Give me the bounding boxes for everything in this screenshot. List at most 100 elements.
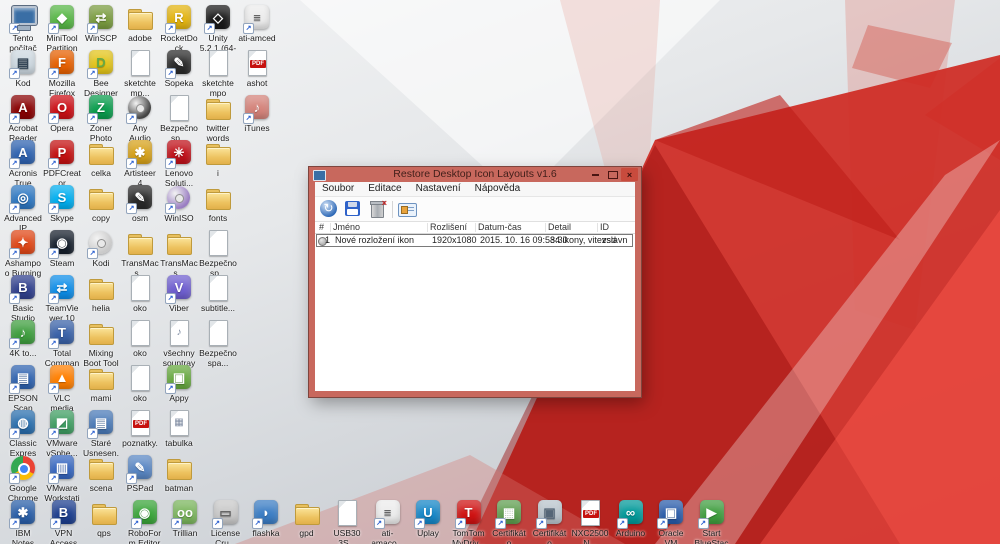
desktop-icon[interactable]: ◉↗Steam <box>43 229 81 268</box>
desktop-icon[interactable]: ↗WinISO <box>160 184 198 223</box>
desktop-icon[interactable]: ↗Any Audio Generator <box>121 94 159 144</box>
desktop-icon[interactable]: ▤↗EPSON Scan <box>4 364 42 413</box>
desktop-icon[interactable]: TransMacs... <box>121 229 159 278</box>
desktop-icon[interactable]: ▦↗Certifikát o Umístěn... <box>490 499 528 544</box>
desktop-icon[interactable]: ♪všechny sountray <box>160 319 198 368</box>
desktop-icon[interactable]: ◇↗Unity 5.2.1 (64-bit) <box>199 4 237 54</box>
desktop-icon[interactable]: sketchtemp... <box>121 49 159 98</box>
desktop-icon[interactable]: oo↗Trillian <box>166 499 204 538</box>
desktop-icon[interactable]: U↗Uplay <box>409 499 447 538</box>
desktop-icon[interactable]: T↗TomTom MyDriv... <box>450 499 488 544</box>
column-header[interactable]: Datum-čas <box>478 222 522 233</box>
desktop-icon[interactable]: ✱↗Artisteer 4 <box>121 139 159 188</box>
desktop-icon[interactable]: celka <box>82 139 120 178</box>
desktop-icon[interactable]: NXC2500 N... <box>571 499 609 544</box>
desktop-icon[interactable]: Bezpečnospa... <box>199 319 237 368</box>
desktop-icon[interactable]: D↗Bee Designer Pro 20... <box>82 49 120 99</box>
desktop-icon[interactable]: i <box>199 139 237 178</box>
desktop-icon[interactable]: A↗Acronis True Image 2015 <box>4 139 42 189</box>
desktop-icon[interactable]: USB30 3S... <box>328 499 366 544</box>
desktop-icon[interactable]: twitter words <box>199 94 237 143</box>
window-titlebar[interactable]: Restore Desktop Icon Layouts v1.6 × <box>309 167 641 182</box>
desktop-icon[interactable]: ✎↗PSPad <box>121 454 159 493</box>
desktop-icon[interactable]: gpd <box>288 499 326 538</box>
desktop-icon[interactable]: ▲↗VLC media player <box>43 364 81 414</box>
desktop-icon[interactable]: ▥↗VMware Workstation <box>43 454 81 504</box>
desktop-icon[interactable]: ◍↗Classic Expres <box>4 409 42 458</box>
menu-item-n-pov-da[interactable]: Nápověda <box>468 182 528 196</box>
desktop-icon[interactable]: B↗VPN Access Manager <box>45 499 83 544</box>
desktop-icon[interactable]: T↗Total Command... <box>43 319 81 369</box>
desktop-icon[interactable]: V↗Viber <box>160 274 198 313</box>
desktop-icon[interactable]: ▭↗License Cru... <box>207 499 245 544</box>
desktop-icon[interactable]: ✎↗osm <box>121 184 159 223</box>
desktop-icon[interactable]: ▶↗Start BlueStacks <box>693 499 731 544</box>
column-header[interactable]: Rozlišení <box>430 222 467 233</box>
desktop-icon[interactable]: ▣↗Oracle VM VirtualBox <box>652 499 690 544</box>
desktop-icon[interactable]: copy <box>82 184 120 223</box>
desktop-icon[interactable]: ▣↗Appy <box>160 364 198 403</box>
desktop-icon[interactable]: ⇄↗WinSCP <box>82 4 120 43</box>
desktop-icon[interactable]: ◉↗RoboForm Editor <box>126 499 164 544</box>
desktop-icon[interactable]: qps <box>85 499 123 538</box>
menu-item-soubor[interactable]: Soubor <box>315 182 361 196</box>
column-header[interactable]: Jméno <box>333 222 360 233</box>
desktop-icon[interactable]: ↗Tento počítač <box>4 4 42 53</box>
close-button[interactable]: × <box>621 168 638 181</box>
column-header[interactable]: ID <box>600 222 609 233</box>
desktop-icon[interactable]: ▤↗Kod <box>4 49 42 88</box>
desktop-icon[interactable]: ≡↗ati-amaco... <box>369 499 407 544</box>
maximize-button[interactable] <box>604 168 621 181</box>
desktop-icon[interactable]: TransMacs... <box>160 229 198 278</box>
desktop-icon[interactable]: ↗Kodi <box>82 229 120 268</box>
desktop-icon[interactable]: ♪↗iTunes <box>238 94 276 133</box>
restore-layout-icon-button[interactable]: ↻ <box>319 199 339 219</box>
desktop-icon[interactable]: ↗Google Chrome <box>4 454 42 503</box>
desktop-icon[interactable]: ✳↗Lenovo Soluti... <box>160 139 198 188</box>
desktop-icon[interactable]: O↗Opera <box>43 94 81 133</box>
restore-desktop-icon-layouts-window[interactable]: Restore Desktop Icon Layouts v1.6 × Soub… <box>309 167 641 397</box>
desktop-icon[interactable]: ∞↗Arduino <box>612 499 650 538</box>
desktop-icon[interactable]: F↗Mozilla Firefox <box>43 49 81 98</box>
desktop-icon[interactable]: ✱↗IBM Notes <box>4 499 42 544</box>
desktop-icon[interactable]: Z↗Zoner Photo Studio 17 <box>82 94 120 144</box>
desktop-icon[interactable]: Mixing Boot Tool <box>82 319 120 368</box>
desktop-icon[interactable]: sketchtempo <box>199 49 237 98</box>
desktop-icon[interactable]: adobe <box>121 4 159 43</box>
desktop-icon[interactable]: S↗Skype <box>43 184 81 223</box>
desktop-icon[interactable]: ⇄↗TeamViewer 10 <box>43 274 81 323</box>
desktop-icon[interactable]: ▤↗Staré Usnesen... <box>82 409 120 459</box>
desktop-icon[interactable]: oko <box>121 274 159 313</box>
desktop-icon[interactable]: Bezpečnosp... <box>160 94 198 143</box>
desktop-icon[interactable]: Bezpečnosp... <box>199 229 237 278</box>
table-row[interactable]: 1Nové rozložení ikon1920x10802015. 10. 1… <box>316 234 633 247</box>
list-header[interactable]: # Jméno Rozlišení Datum-čas Detail ID <box>315 222 635 234</box>
desktop-icon[interactable]: P↗PDFCreator <box>43 139 81 188</box>
desktop-icon[interactable]: scena <box>82 454 120 493</box>
delete-button[interactable]: × <box>367 199 387 219</box>
desktop-icon[interactable]: ≡↗ati-amced <box>238 4 276 43</box>
desktop-icon[interactable]: ▦tabulka <box>160 409 198 448</box>
desktop-icon[interactable]: B↗Basic Studio <box>4 274 42 323</box>
desktop-icon[interactable]: poznatky... <box>121 409 159 458</box>
desktop-icon[interactable]: A↗Acrobat Reader DC <box>4 94 42 144</box>
desktop-icon[interactable]: ◗↗flashka <box>247 499 285 538</box>
desktop-icon[interactable]: oko <box>121 319 159 358</box>
menu-item-nastaven-[interactable]: Nastavení <box>409 182 468 196</box>
desktop-icon[interactable]: helia <box>82 274 120 313</box>
minimize-button[interactable] <box>587 168 604 181</box>
save-button[interactable] <box>343 199 363 219</box>
desktop-icon[interactable]: ✎↗Sopeka <box>160 49 198 88</box>
desktop-icon[interactable]: R↗RocketDock <box>160 4 198 53</box>
desktop-icon[interactable]: subtitle... <box>199 274 237 313</box>
desktop-icon[interactable]: ashot <box>238 49 276 88</box>
column-header[interactable]: # <box>319 222 324 233</box>
desktop-icon[interactable]: ◎↗Advanced IP Scanner <box>4 184 42 234</box>
menu-item-editace[interactable]: Editace <box>361 182 408 196</box>
desktop-icon[interactable]: batman <box>160 454 198 493</box>
column-header[interactable]: Detail <box>548 222 571 233</box>
desktop-icon[interactable]: mami <box>82 364 120 403</box>
desktop-icon[interactable]: ◩↗VMware vSphe... <box>43 409 81 458</box>
desktop-icon[interactable]: ◆↗MiniTool Partition Wi... <box>43 4 81 54</box>
desktop-icon[interactable]: oko <box>121 364 159 403</box>
